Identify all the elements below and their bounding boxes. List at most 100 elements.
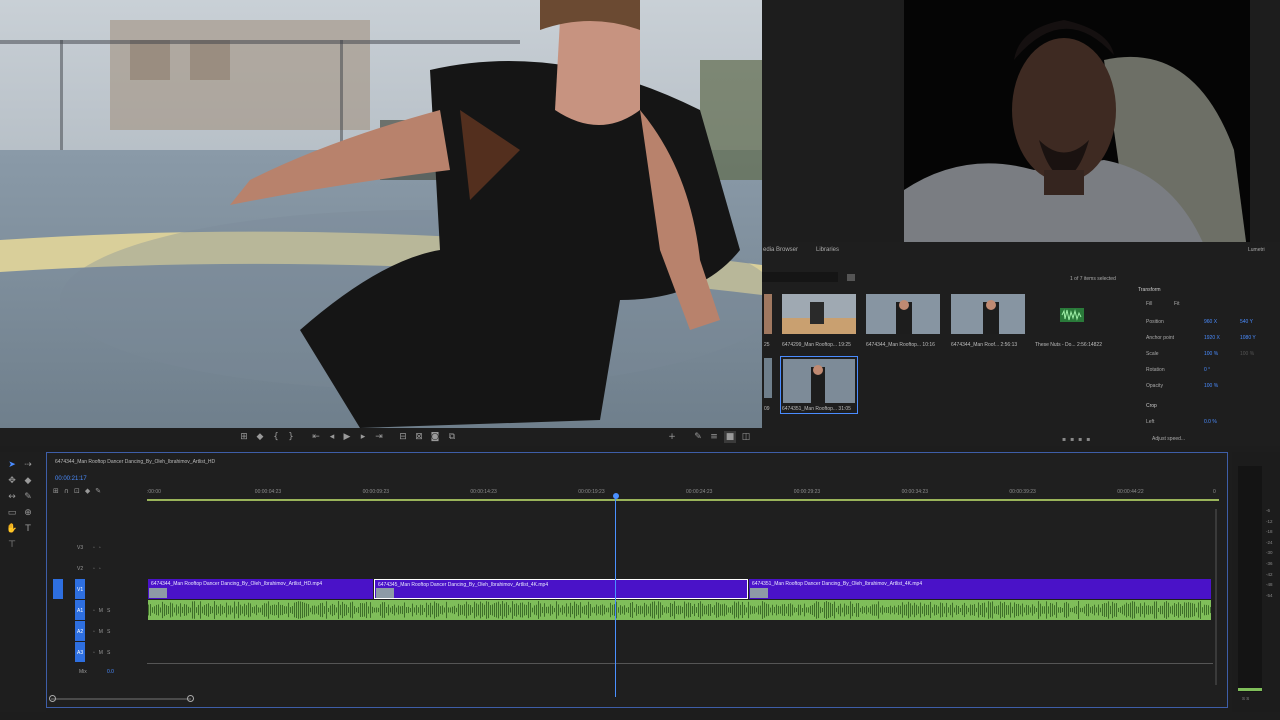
project-tabs: edia Browser Libraries	[762, 242, 1130, 260]
project-search-field[interactable]	[762, 272, 838, 282]
time-ruler[interactable]: :00:00 00:00:04:23 00:00:09:23 00:00:14:23 0…	[147, 485, 1219, 503]
track-label[interactable]: V2	[77, 566, 83, 572]
mix-track-line	[147, 663, 1213, 664]
project-thumbnail[interactable]	[782, 294, 856, 334]
track-label[interactable]: A2	[77, 629, 83, 635]
new-bin-icon[interactable]	[847, 274, 855, 281]
hand-tool-icon[interactable]: ✋	[5, 522, 19, 536]
tab-media-browser[interactable]: edia Browser	[763, 247, 798, 253]
scale-label: Scale	[1146, 351, 1159, 357]
razor-tool-icon[interactable]: ◆	[21, 474, 35, 488]
timeline-vertical-scrollbar[interactable]	[1215, 509, 1217, 685]
project-item-caption: These Nuts - Do... 2:56:14822	[1035, 342, 1102, 348]
anchor-y-value[interactable]: 1080 Y	[1240, 335, 1256, 341]
anchor-x-value[interactable]: 1920 X	[1204, 335, 1220, 341]
extract-icon[interactable]: ⊠	[413, 431, 425, 443]
track-ms-icons[interactable]: ▫MS	[93, 650, 114, 656]
mark-in-icon[interactable]: {	[270, 431, 282, 443]
video-clip[interactable]: 6474344_Man Rooftop Dancer Dancing_By_Ol…	[148, 579, 373, 599]
track-select-icon[interactable]: ⇢	[21, 458, 35, 472]
type-tool-icon[interactable]: T	[21, 522, 35, 536]
meter-solo-buttons[interactable]: S S	[1242, 696, 1249, 701]
caption-tool-icon[interactable]: ⊤	[5, 538, 19, 552]
ripple-edit-icon[interactable]: ✥	[5, 474, 19, 488]
video-clip-selected[interactable]: 6474345_Man Rooftop Dancer Dancing_By_Ol…	[374, 579, 748, 599]
track-label[interactable]: A3	[77, 650, 83, 656]
position-x-value[interactable]: 960 X	[1204, 319, 1217, 325]
zoom-tool-icon[interactable]: ⊕	[21, 506, 35, 520]
ruler-timecode-label: 00:00:09:23	[362, 489, 390, 495]
timeline-timecode[interactable]: 00:00:21:17	[55, 476, 87, 482]
position-y-value[interactable]: 540 Y	[1240, 319, 1253, 325]
track-toggle-icons[interactable]: ▫▫	[93, 566, 105, 572]
marker-icon[interactable]: ⊞	[238, 431, 250, 443]
scroll-handle-left[interactable]	[49, 695, 56, 702]
scroll-handle-right[interactable]	[187, 695, 194, 702]
step-forward-icon[interactable]: ▸	[357, 431, 369, 443]
track-ms-icons[interactable]: ▫MS	[93, 629, 114, 635]
track-area: V3 ▫▫ V2 ▫▫ V1 A1 ▫MS A2 ▫MS A3 ▫MS Mix …	[47, 537, 1227, 677]
timeline-zoom-scrollbar[interactable]	[51, 698, 191, 700]
project-thumbnail[interactable]	[866, 294, 940, 334]
icon-view-icon[interactable]: ■	[724, 431, 736, 443]
program-monitor[interactable]	[0, 0, 762, 428]
section-crop[interactable]: Crop	[1146, 403, 1157, 409]
meter-tick-label: -6	[1266, 508, 1271, 513]
meter-tick-label: -12	[1266, 518, 1273, 524]
go-to-out-icon[interactable]: ⇥	[373, 431, 385, 443]
go-to-in-icon[interactable]: ⇤	[310, 431, 322, 443]
compare-icon[interactable]: ⧉	[446, 431, 458, 443]
fill-label[interactable]: Fill	[1146, 301, 1152, 307]
rotation-value[interactable]: 0 °	[1204, 367, 1210, 373]
section-transform[interactable]: Transform	[1138, 287, 1161, 293]
track-label[interactable]: A1	[77, 608, 83, 614]
position-label: Position	[1146, 319, 1164, 325]
track-label[interactable]: V1	[77, 587, 83, 593]
add-marker-icon[interactable]: ◆	[254, 431, 266, 443]
timeline-toolbar-icons[interactable]: ⊞∩⊡◆✎	[53, 487, 133, 497]
pen-icon[interactable]: ✎	[692, 431, 704, 443]
slip-tool-icon[interactable]: ↔	[5, 490, 19, 504]
source-patch-v1[interactable]	[53, 579, 63, 599]
project-bottom-icons[interactable]: ▪▪▪▪	[1062, 436, 1094, 443]
timeline-panel[interactable]: 6474344_Man Rooftop Dancer Dancing_By_Ol…	[46, 452, 1228, 708]
mark-out-icon[interactable]: }	[285, 431, 297, 443]
meter-tick-label: -54	[1266, 592, 1273, 598]
playhead-handle[interactable]	[613, 493, 619, 499]
rectangle-tool-icon[interactable]: ▭	[5, 506, 19, 520]
track-label[interactable]: V3	[77, 545, 83, 551]
tab-lumetri[interactable]: Lumetri	[1248, 247, 1265, 253]
fit-label[interactable]: Fit	[1174, 301, 1180, 307]
ruler-timecode-label: 00:00:19:23	[578, 489, 605, 495]
project-thumbnail[interactable]	[764, 358, 772, 398]
mix-value[interactable]: 0.0	[107, 669, 114, 675]
tab-libraries[interactable]: Libraries	[816, 247, 839, 253]
project-item-caption: 6474344_Man Roof... 2:56:13	[951, 342, 1018, 348]
play-icon[interactable]: ▶	[341, 431, 353, 443]
playhead-line[interactable]	[615, 497, 616, 697]
meter-tick-label: -42	[1266, 571, 1273, 577]
selection-tool-icon[interactable]: ➤	[5, 458, 19, 472]
pen-tool-icon[interactable]: ✎	[21, 490, 35, 504]
list-icon[interactable]: ≡	[708, 431, 720, 443]
add-button-icon[interactable]: +	[666, 431, 678, 443]
scale-value[interactable]: 100 %	[1204, 351, 1218, 357]
video-clip[interactable]: 6474351_Man Rooftop Dancer Dancing_By_Ol…	[749, 579, 1211, 599]
sequence-tab[interactable]: 6474344_Man Rooftop Dancer Dancing_By_Ol…	[55, 459, 215, 465]
adjust-speed-button[interactable]: Adjust speed...	[1152, 436, 1185, 442]
audio-clip[interactable]	[148, 600, 1211, 620]
freeform-icon[interactable]: ◫	[740, 431, 752, 443]
crop-left-value[interactable]: 0.0 %	[1204, 419, 1217, 425]
lift-icon[interactable]: ⊟	[397, 431, 409, 443]
project-thumbnail[interactable]	[951, 294, 1025, 334]
opacity-value[interactable]: 100 %	[1204, 383, 1218, 389]
opacity-label: Opacity	[1146, 383, 1163, 389]
track-toggle-icons[interactable]: ▫▫	[93, 545, 105, 551]
export-frame-icon[interactable]: ◙	[429, 431, 441, 443]
audio-waveform-icon[interactable]	[1060, 308, 1084, 322]
meter-level-bar	[1238, 688, 1262, 691]
track-ms-icons[interactable]: ▫MS	[93, 608, 114, 614]
project-thumbnail[interactable]	[764, 294, 772, 334]
program-video-frame	[0, 0, 762, 428]
step-back-icon[interactable]: ◂	[326, 431, 338, 443]
